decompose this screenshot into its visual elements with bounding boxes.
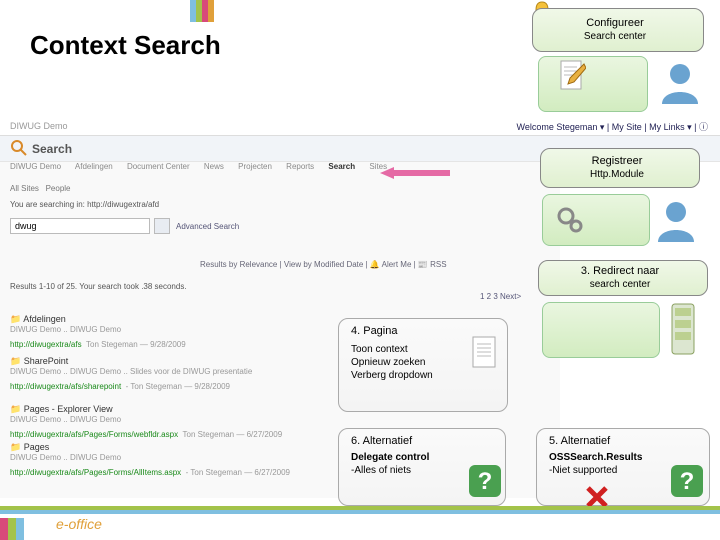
question-icon: ?: [670, 464, 704, 498]
sp-result-toolbar: Results by Relevance | View by Modified …: [200, 260, 447, 269]
sp-user-links: Welcome Stegeman ▾ | My Site | My Links …: [517, 120, 709, 133]
arrow-to-search-nav: [380, 166, 450, 178]
question-icon: ?: [468, 464, 502, 498]
search-go-button[interactable]: [154, 218, 170, 234]
document-edit-icon: [560, 60, 586, 92]
search-icon: [10, 139, 28, 157]
footer-stripe: [0, 510, 720, 514]
sp-search-label: Search: [32, 142, 72, 156]
helper-panel-3: [542, 302, 660, 358]
eoffice-logo: e-office: [56, 516, 102, 532]
footer-stripe: [0, 518, 8, 540]
sp-paging[interactable]: 1 2 3 Next>: [480, 292, 521, 301]
callout-configure: ConfigureerSearch center: [532, 8, 704, 52]
sp-site-name: DIWUG Demo: [10, 121, 68, 131]
document-icon: [472, 336, 498, 368]
sp-searching-in: You are searching in: http://diwugextra/…: [10, 200, 159, 209]
red-x-icon: [586, 486, 608, 508]
search-input[interactable]: [10, 218, 150, 234]
callout-redirect: 3. Redirect naarsearch center: [538, 260, 708, 296]
sp-result-count: Results 1-10 of 25. Your search took .38…: [10, 282, 187, 291]
stripe: [208, 0, 214, 22]
svg-text:?: ?: [680, 468, 695, 495]
footer-stripe: [16, 518, 24, 540]
sp-topbar: DIWUG Demo Welcome Stegeman ▾ | My Site …: [0, 118, 720, 136]
callout-register: RegistreerHttp.Module: [540, 148, 700, 188]
tab-all-sites[interactable]: All Sites: [10, 184, 39, 193]
user-avatar-icon: [654, 198, 698, 242]
advanced-search-link[interactable]: Advanced Search: [176, 222, 239, 231]
sp-scope-tabs: All Sites People: [10, 184, 71, 193]
helper-panel-1: [538, 56, 648, 112]
footer-stripe: [8, 518, 16, 540]
svg-text:?: ?: [478, 468, 493, 495]
gears-icon: [556, 206, 584, 234]
page-title: Context Search: [30, 30, 221, 61]
server-icon: [668, 302, 698, 358]
user-avatar-icon: [658, 60, 702, 104]
tab-people[interactable]: People: [46, 184, 71, 193]
